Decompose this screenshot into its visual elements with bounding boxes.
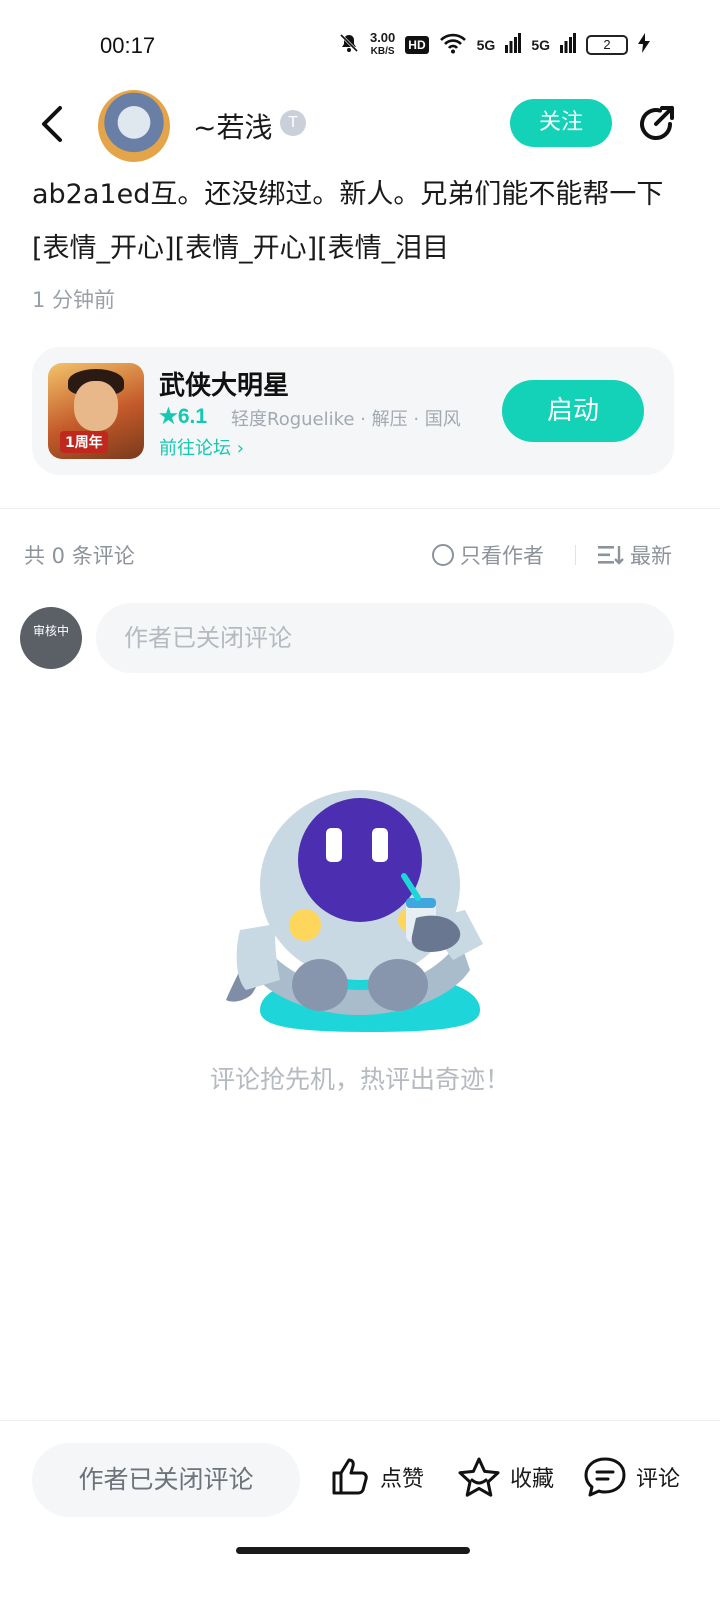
net-speed: 3.00 KB/S: [369, 30, 396, 58]
toolbar-separator: [575, 545, 576, 565]
forum-link[interactable]: 前往论坛 ›: [159, 434, 244, 460]
signal-5g-2: 5G: [531, 37, 550, 53]
status-bar: 00:17 3.00 KB/S HD 5G 5G 2: [0, 0, 720, 90]
bottom-comment-input-disabled: 作者已关闭评论: [32, 1443, 300, 1517]
thumbs-up-icon: [332, 1458, 368, 1495]
author-only-label: 只看作者: [460, 544, 544, 568]
post-header: ~若浅 T 关注: [0, 90, 720, 170]
sort-icon: [598, 546, 624, 565]
like-button[interactable]: 点赞: [328, 1455, 424, 1499]
game-icon[interactable]: 1周年: [48, 363, 144, 459]
author-avatar[interactable]: [98, 90, 170, 162]
game-card[interactable]: 1周年 武侠大明星 ★6.1 轻度Roguelike · 解压 · 国风 前往论…: [32, 347, 674, 475]
comment-count: 共 0 条评论: [24, 544, 135, 568]
home-indicator[interactable]: [236, 1547, 470, 1554]
post-time: 1 分钟前: [32, 288, 116, 312]
empty-state-text: 评论抢先机，热评出奇迹！: [209, 1065, 510, 1094]
game-tags: 轻度Roguelike · 解压 · 国风: [231, 409, 461, 430]
bottom-divider: [0, 1420, 720, 1421]
back-button[interactable]: [34, 102, 74, 146]
level-badge: T: [280, 110, 306, 136]
star-icon: [458, 1457, 500, 1497]
author-only-toggle[interactable]: 只看作者: [432, 540, 544, 570]
favorite-button[interactable]: 收藏: [456, 1455, 554, 1499]
favorite-label: 收藏: [510, 1467, 555, 1492]
comment-input-disabled: 作者已关闭评论: [96, 603, 674, 673]
chevron-left-icon: [42, 106, 62, 142]
radio-circle-icon: [432, 544, 454, 566]
share-button[interactable]: [634, 102, 678, 146]
signal-5g-1: 5G: [476, 37, 496, 53]
charging-icon: [638, 33, 650, 57]
follow-button[interactable]: 关注: [510, 99, 612, 147]
signal-bars-icon: [560, 33, 576, 57]
comment-button[interactable]: 评论: [582, 1455, 680, 1499]
my-avatar: 审核中: [20, 607, 82, 669]
hd-badge: HD: [405, 36, 429, 54]
robot-mascot-illustration: [226, 790, 483, 1032]
status-icons: 3.00 KB/S HD 5G 5G 2: [338, 30, 650, 58]
game-icon-anniversary-tag: 1周年: [60, 431, 108, 453]
sort-latest-button[interactable]: 最新: [598, 540, 672, 570]
comment-label: 评论: [636, 1467, 681, 1492]
share-icon: [640, 106, 674, 140]
section-divider: [0, 508, 720, 509]
net-speed-value: 3.00: [369, 30, 396, 45]
like-label: 点赞: [380, 1467, 425, 1492]
chat-bubble-icon: [584, 1457, 626, 1497]
battery-icon: 2: [586, 35, 628, 55]
mute-bell-icon: [338, 32, 360, 58]
sort-label: 最新: [630, 544, 672, 568]
status-time: 00:17: [100, 33, 156, 58]
game-rating: ★6.1: [159, 405, 208, 428]
net-speed-unit: KB/S: [370, 46, 395, 57]
post-text: ab2a1ed互。还没绑过。新人。兄弟们能不能帮一下[表情_开心][表情_开心]…: [32, 179, 664, 264]
wifi-icon: [439, 32, 467, 58]
signal-bars-icon: [505, 33, 522, 57]
game-title[interactable]: 武侠大明星: [159, 365, 289, 402]
game-icon-face: [74, 381, 118, 431]
launch-button[interactable]: 启动: [502, 380, 644, 442]
author-username[interactable]: ~若浅: [193, 106, 272, 146]
